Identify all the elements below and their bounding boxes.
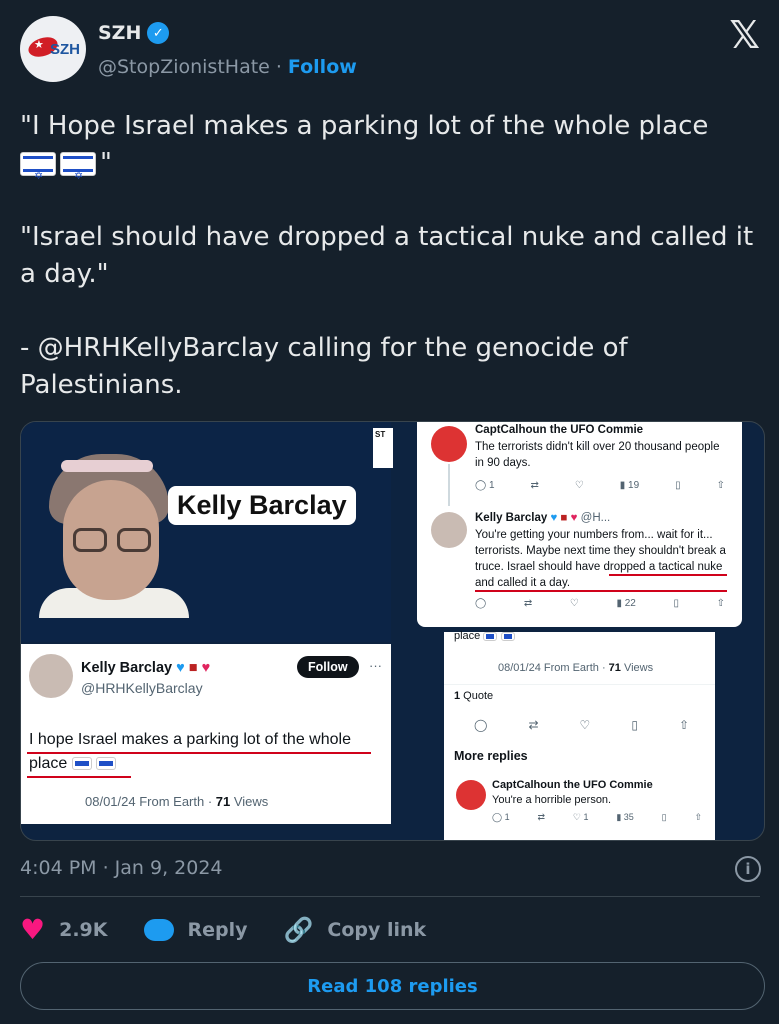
handle-row: @StopZionistHate · Follow [98,56,357,78]
logo-star-icon: ★ [34,38,44,51]
like-icon: ♡ [579,718,591,732]
read-replies-button[interactable]: Read 108 replies [20,962,765,1010]
underline [609,574,727,576]
repost-icon: ⇄ [523,598,533,609]
reply-text: The terrorists didn't kill over 20 thous… [475,441,720,469]
reply-icon: ◯ 1 [475,480,495,491]
bookmark-icon: ▯ [675,480,681,491]
reply-text: You're a horrible person. [492,794,612,806]
link-icon: 🔗 [283,915,314,944]
kelly-photo [39,448,189,618]
tweet-text: "I Hope Israel makes a parking lot of th… [20,108,760,404]
quote-count: 1 Quote [454,690,494,702]
underline [27,752,371,754]
underline [475,590,727,592]
reply-author: CaptCalhoun the UFO Commie [475,424,644,436]
avatar [431,512,467,548]
heart-icon: ♥ [20,913,46,946]
bookmark-icon: ▯ [673,598,679,609]
account-handle[interactable]: @StopZionistHate [98,56,270,78]
share-icon: ⇧ [716,480,725,491]
tweet-tail: place [454,630,519,642]
bookmark-icon: ▯ [631,718,638,732]
tweet-actions: ◯ ⇄ ♡ ▯ ⇧ [474,718,689,732]
action-bar: ♥ 2.9K Reply 🔗 Copy link [20,913,462,946]
divider [20,896,760,897]
media-reply-screenshot: CaptCalhoun the UFO Commie The terrorist… [417,422,742,627]
tweet-line-1: "I Hope Israel makes a parking lot of th… [20,111,709,141]
reply-button[interactable]: Reply [143,918,248,941]
reply-author: CaptCalhoun the UFO Commie [492,779,653,791]
reply-icon: ◯ [475,598,487,609]
corner-logo: ST [373,428,393,468]
reply-actions: ◯ 1 ⇄ ♡ 1 ▮ 35 ▯ ⇧ [492,812,702,823]
verified-badge-icon: ✓ [147,22,170,44]
media-photo-panel: Kelly Barclay ST [21,422,393,642]
tweet-meta: 08/01/24 From Earth · 71 Views [85,794,269,809]
avatar [431,426,467,462]
copy-link-label: Copy link [327,918,427,941]
tweet-line-2: "Israel should have dropped a tactical n… [20,222,754,289]
avatar[interactable]: ★ SZH [20,16,86,82]
views-icon: ▮ 22 [616,598,636,609]
follow-button[interactable]: Follow [288,56,357,78]
reply-icon: ◯ [474,718,488,732]
like-count: 2.9K [59,918,108,941]
reply-text: You're getting your numbers from... wait… [475,529,726,589]
tweet-line-1-end: " [100,148,112,178]
avatar [456,780,486,810]
repost-icon: ⇄ [537,812,545,822]
tweet-meta: 08/01/24 From Earth · 71 Views [498,662,654,674]
like-icon: ♡ 1 [572,812,589,822]
repost-icon: ⇄ [530,480,539,491]
media-tweet-screenshot: Kelly Barclay ♥ ■ ♥ @HRHKellyBarclay Fol… [21,644,391,824]
copy-link-button[interactable]: 🔗 Copy link [284,916,427,944]
avatar-logo-text: SZH [50,41,80,58]
reply-author: Kelly Barclay ♥ ■ ♥ @H... [475,512,611,524]
info-icon[interactable]: i [735,856,761,882]
tweet-header: ★ SZH SZH ✓ @StopZionistHate · Follow 𝕏 [20,16,760,82]
media-image[interactable]: Kelly Barclay ST CaptCalhoun the UFO Com… [20,421,765,841]
reply-label: Reply [187,918,248,941]
underline [27,776,131,778]
israel-flag-icon: ✡ [20,151,56,182]
x-logo-icon[interactable]: 𝕏 [729,16,760,54]
share-icon: ⇧ [716,598,725,609]
display-name[interactable]: SZH ✓ [98,22,170,44]
bookmark-icon: ▯ [661,812,667,822]
repost-icon: ⇄ [528,718,539,732]
name-tag: Kelly Barclay [168,486,356,525]
timestamp[interactable]: 4:04 PM · Jan 9, 2024 [20,857,223,879]
reply-icon: ◯ 1 [492,812,510,822]
display-name-text: SZH [98,22,142,44]
tweet-handle: @HRHKellyBarclay [81,680,203,696]
share-icon: ⇧ [694,812,702,822]
media-detail-screenshot: place 08/01/24 From Earth · 71 Views 1 Q… [444,630,715,840]
israel-flag-icon: ✡ [60,151,96,182]
views-icon: ▮ 19 [619,480,640,491]
more-replies-heading: More replies [454,749,528,763]
avatar [29,654,73,698]
more-icon: ··· [369,658,382,673]
reply-actions: ◯ ⇄ ♡ ▮ 22 ▯ ⇧ [475,598,725,609]
views-icon: ▮ 35 [616,812,634,822]
follow-button: Follow [297,656,359,678]
tweet-line-3: - @HRHKellyBarclay calling for the genoc… [20,333,628,400]
tweet-author: Kelly Barclay ♥ ■ ♥ [81,660,211,676]
like-icon: ♡ [569,598,579,609]
like-icon: ♡ [574,480,584,491]
separator: · [275,56,282,78]
reply-actions: ◯ 1 ⇄ ♡ ▮ 19 ▯ ⇧ [475,480,725,491]
like-button[interactable]: ♥ 2.9K [20,913,108,946]
reply-bubble-icon [143,918,174,941]
share-icon: ⇧ [678,718,689,732]
